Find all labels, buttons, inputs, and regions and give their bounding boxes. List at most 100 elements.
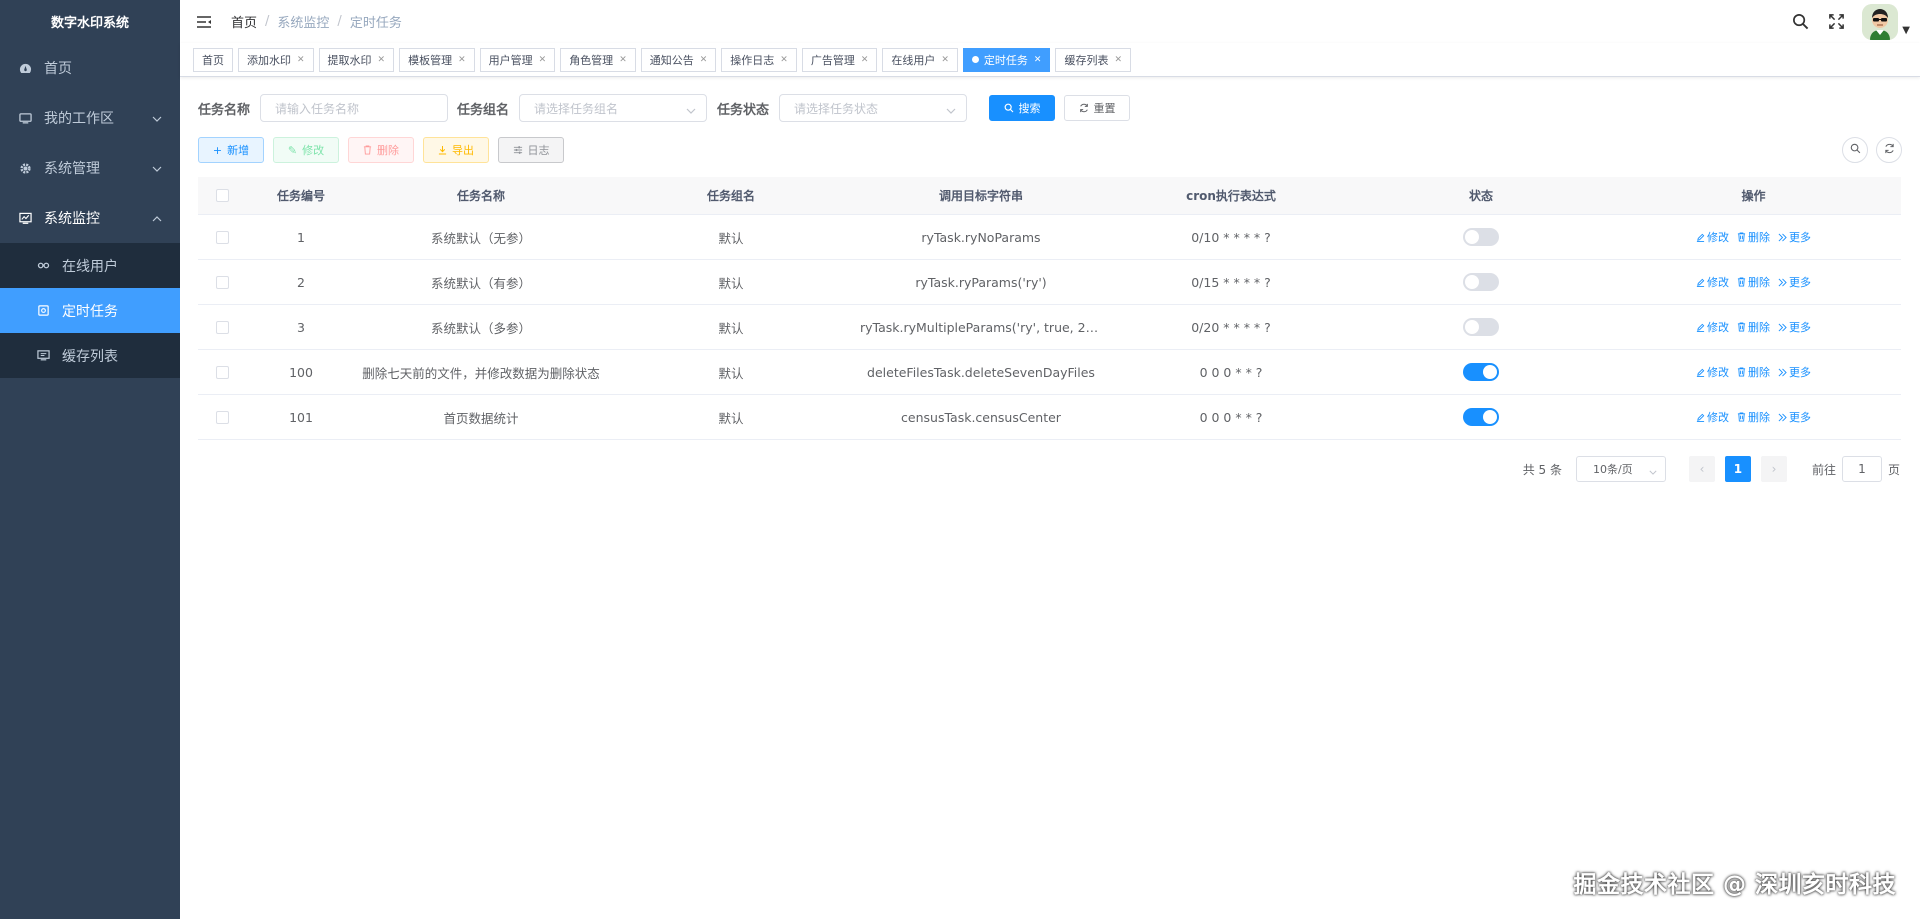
fullscreen-icon[interactable] bbox=[1826, 12, 1846, 32]
tag-template-mgmt[interactable]: 模板管理 ✕ bbox=[399, 47, 475, 72]
double-arrow-right-icon bbox=[1778, 323, 1787, 332]
close-icon[interactable]: ✕ bbox=[861, 55, 869, 65]
tag-ad-mgmt[interactable]: 广告管理 ✕ bbox=[801, 47, 878, 72]
row-checkbox[interactable] bbox=[215, 365, 229, 379]
tag-role-mgmt[interactable]: 角色管理 ✕ bbox=[560, 47, 636, 72]
tag-home[interactable]: 首页 bbox=[193, 47, 233, 72]
operations-cell: 修改 删除 更多 bbox=[1606, 409, 1901, 425]
row-more-button[interactable]: 更多 bbox=[1778, 274, 1811, 290]
row-delete-button[interactable]: 删除 bbox=[1737, 229, 1770, 245]
row-edit-button[interactable]: 修改 bbox=[1696, 274, 1729, 290]
job-status-select[interactable]: 请选择任务状态 bbox=[779, 94, 968, 122]
search-icon bbox=[1850, 143, 1861, 158]
caret-down-icon[interactable]: ▼ bbox=[1902, 25, 1910, 36]
tag-user-mgmt[interactable]: 用户管理 ✕ bbox=[479, 47, 556, 72]
reset-button[interactable]: 重置 bbox=[1064, 95, 1131, 121]
job-name-cell: 系统默认（无参） bbox=[430, 230, 531, 246]
app-container: 任务名称 请输入任务名称 任务组名 请选择任务组名 任务状态 请选择任务状态 搜… bbox=[180, 77, 1920, 440]
job-group-select[interactable]: 请选择任务组名 bbox=[519, 94, 708, 122]
sidebar-item-monitor[interactable]: 系统监控 bbox=[0, 193, 180, 243]
sidebar-item-home[interactable]: 首页 bbox=[0, 43, 180, 93]
tag-cache-list[interactable]: 缓存列表 ✕ bbox=[1055, 47, 1132, 72]
row-delete-button[interactable]: 删除 bbox=[1737, 274, 1770, 290]
close-icon[interactable]: ✕ bbox=[378, 55, 386, 65]
invoke-target-cell: ryTask.ryMultipleParams('ry', true, 2000… bbox=[860, 319, 1106, 335]
tag-notice[interactable]: 通知公告 ✕ bbox=[640, 47, 717, 72]
avatar[interactable] bbox=[1862, 3, 1899, 40]
plus-icon: + bbox=[212, 143, 223, 157]
sidebar-item-cache-list[interactable]: 缓存列表 bbox=[0, 333, 180, 378]
row-checkbox[interactable] bbox=[215, 410, 229, 424]
row-delete-button[interactable]: 删除 bbox=[1737, 364, 1770, 380]
row-delete-button[interactable]: 删除 bbox=[1737, 319, 1770, 335]
job-group-cell: 默认 bbox=[718, 410, 744, 426]
hamburger-icon[interactable] bbox=[195, 13, 213, 31]
close-icon[interactable]: ✕ bbox=[297, 55, 305, 65]
edit-button[interactable]: ✎ 修改 bbox=[273, 137, 339, 163]
search-icon[interactable] bbox=[1790, 12, 1810, 32]
page-number-button[interactable]: 1 bbox=[1724, 456, 1751, 482]
row-more-button[interactable]: 更多 bbox=[1778, 319, 1811, 335]
select-all-checkbox[interactable] bbox=[215, 189, 229, 202]
close-icon[interactable]: ✕ bbox=[1114, 55, 1122, 65]
sidebar-item-label: 系统监控 bbox=[44, 211, 100, 227]
delete-button[interactable]: 删除 bbox=[348, 137, 414, 163]
add-button[interactable]: + 新增 bbox=[198, 137, 264, 163]
status-switch[interactable] bbox=[1463, 363, 1499, 381]
export-button[interactable]: 导出 bbox=[423, 137, 489, 163]
close-icon[interactable]: ✕ bbox=[619, 55, 627, 65]
cron-expression-cell: 0/20 * * * * ? bbox=[1191, 319, 1271, 335]
page-size-select[interactable]: 10条/页 bbox=[1575, 456, 1666, 482]
search-button[interactable]: 搜索 bbox=[989, 95, 1056, 121]
row-edit-button[interactable]: 修改 bbox=[1696, 229, 1729, 245]
row-checkbox[interactable] bbox=[215, 230, 229, 244]
sidebar-item-system[interactable]: 系统管理 bbox=[0, 143, 180, 193]
breadcrumb-separator: / bbox=[337, 14, 342, 29]
prev-page-button[interactable]: ‹ bbox=[1688, 456, 1715, 482]
chevron-down-icon bbox=[152, 110, 162, 126]
job-group-cell: 默认 bbox=[718, 275, 744, 291]
toggle-search-button[interactable] bbox=[1842, 137, 1868, 163]
table-row: 3 系统默认（多参） 默认 ryTask.ryMultipleParams('ry',… bbox=[198, 305, 1901, 350]
job-name-input[interactable]: 请输入任务名称 bbox=[260, 94, 449, 122]
next-page-button[interactable]: › bbox=[1760, 456, 1787, 482]
status-switch[interactable] bbox=[1463, 408, 1499, 426]
refresh-button[interactable] bbox=[1876, 137, 1902, 163]
close-icon[interactable]: ✕ bbox=[780, 55, 788, 65]
sidebar-item-workspace[interactable]: 我的工作区 bbox=[0, 93, 180, 143]
row-more-button[interactable]: 更多 bbox=[1778, 409, 1811, 425]
tag-oper-log[interactable]: 操作日志 ✕ bbox=[721, 47, 797, 72]
status-switch[interactable] bbox=[1463, 318, 1499, 336]
row-delete-button[interactable]: 删除 bbox=[1737, 409, 1770, 425]
row-more-button[interactable]: 更多 bbox=[1778, 229, 1811, 245]
close-icon[interactable]: ✕ bbox=[941, 55, 949, 65]
log-button[interactable]: 日志 bbox=[498, 137, 564, 163]
sidebar-item-online-users[interactable]: 在线用户 bbox=[0, 243, 180, 288]
close-icon[interactable]: ✕ bbox=[539, 55, 547, 65]
close-icon[interactable]: ✕ bbox=[1034, 55, 1042, 65]
job-group-cell: 默认 bbox=[718, 365, 744, 381]
row-checkbox[interactable] bbox=[215, 275, 229, 289]
goto-page-input[interactable]: 1 bbox=[1841, 456, 1882, 482]
column-header: 状态 bbox=[1468, 189, 1493, 203]
gear-icon bbox=[18, 161, 32, 175]
breadcrumb-home[interactable]: 首页 bbox=[231, 12, 257, 31]
tag-online-users[interactable]: 在线用户 ✕ bbox=[882, 47, 958, 72]
tag-add-watermark[interactable]: 添加水印 ✕ bbox=[238, 47, 314, 72]
row-edit-button[interactable]: 修改 bbox=[1696, 319, 1729, 335]
status-switch[interactable] bbox=[1463, 228, 1499, 246]
row-edit-button[interactable]: 修改 bbox=[1696, 364, 1729, 380]
status-switch[interactable] bbox=[1463, 273, 1499, 291]
row-checkbox[interactable] bbox=[215, 320, 229, 334]
sidebar-item-scheduled-jobs[interactable]: 定时任务 bbox=[0, 288, 180, 333]
tag-scheduled-jobs[interactable]: 定时任务 ✕ bbox=[962, 47, 1051, 72]
chevron-down-icon bbox=[686, 103, 696, 117]
row-more-button[interactable]: 更多 bbox=[1778, 364, 1811, 380]
monitor-chart-icon bbox=[18, 211, 32, 225]
row-edit-button[interactable]: 修改 bbox=[1696, 409, 1729, 425]
column-header: 任务名称 bbox=[456, 189, 505, 203]
operations-cell: 修改 删除 更多 bbox=[1606, 364, 1901, 380]
close-icon[interactable]: ✕ bbox=[458, 55, 466, 65]
close-icon[interactable]: ✕ bbox=[700, 55, 708, 65]
tag-extract-watermark[interactable]: 提取水印 ✕ bbox=[318, 47, 395, 72]
